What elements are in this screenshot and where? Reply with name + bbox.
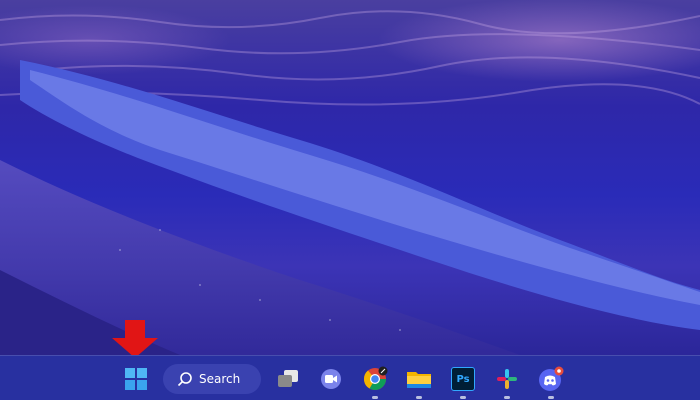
ocean-wave-image <box>0 10 700 355</box>
running-indicator <box>416 396 422 399</box>
task-view-icon <box>278 370 298 387</box>
folder-icon <box>407 372 431 388</box>
running-indicator <box>548 396 554 399</box>
photoshop-icon-label: Ps <box>456 373 470 385</box>
running-indicator <box>504 396 510 399</box>
search-label: Search <box>199 372 241 386</box>
taskbar: Search Ps <box>0 355 700 400</box>
search-box[interactable]: Search <box>163 364 261 394</box>
running-indicator <box>372 396 378 399</box>
photoshop-icon: Ps <box>451 367 475 391</box>
desktop-wallpaper <box>0 0 700 355</box>
chrome-button[interactable] <box>361 365 389 399</box>
slack-icon <box>497 369 517 389</box>
chrome-icon <box>364 366 388 390</box>
slack-button[interactable] <box>493 365 521 399</box>
discord-icon <box>539 366 564 391</box>
photoshop-button[interactable]: Ps <box>449 365 477 399</box>
teams-chat-icon <box>321 369 341 389</box>
windows-logo-icon <box>125 368 147 390</box>
start-button[interactable] <box>122 365 150 393</box>
red-arrow-annotation <box>112 320 158 358</box>
teams-chat-button[interactable] <box>317 365 345 393</box>
running-indicator <box>460 396 466 399</box>
search-icon <box>177 372 192 387</box>
file-explorer-button[interactable] <box>405 365 433 399</box>
task-view-button[interactable] <box>274 365 302 393</box>
discord-button[interactable] <box>537 365 565 399</box>
